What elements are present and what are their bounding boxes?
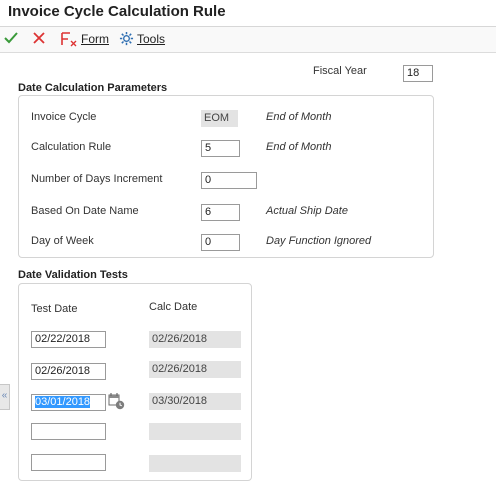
form-icon [61,32,77,47]
tools-menu-label: Tools [137,31,166,46]
test-date-input[interactable] [31,454,106,471]
validation-section-title: Date Validation Tests [18,269,128,281]
invoice-cycle-field: EOM [201,110,238,127]
form-menu-label: Form [81,32,109,46]
fiscal-year-field[interactable]: 18 [403,65,433,82]
calc-date-field [149,423,241,440]
test-date-input[interactable]: 02/22/2018 [31,331,106,348]
test-date-input[interactable]: 02/26/2018 [31,363,106,380]
page-title: Invoice Cycle Calculation Rule [8,3,226,20]
form-menu-button[interactable]: Form [60,31,109,47]
calculation-rule-label: Calculation Rule [31,141,112,153]
gear-icon [119,31,134,46]
based-on-date-field[interactable]: 6 [201,204,240,221]
test-date-input[interactable] [31,423,106,440]
day-of-week-description: Day Function Ignored [266,235,372,247]
test-date-header: Test Date [31,303,78,315]
close-icon [33,32,45,44]
cancel-button[interactable] [31,30,47,46]
days-increment-label: Number of Days Increment [31,173,163,185]
calc-date-field: 02/26/2018 [149,331,241,348]
invoice-cycle-label: Invoice Cycle [31,111,97,123]
date-calc-section-title: Date Calculation Parameters [18,82,168,94]
based-on-date-label: Based On Date Name [31,205,139,217]
collapse-panel-tab[interactable]: « [0,384,10,410]
double-chevron-left-icon: « [1,390,8,401]
calc-date-field: 03/30/2018 [149,393,241,410]
days-increment-field[interactable]: 0 [201,172,257,189]
calculation-rule-description: End of Month [266,141,332,153]
day-of-week-label: Day of Week [31,235,94,247]
calc-date-header: Calc Date [149,301,198,313]
selected-date-text: 03/01/2018 [35,396,91,408]
day-of-week-field[interactable]: 0 [201,234,240,251]
toolbar: Form Tools [0,27,496,53]
calc-date-field: 02/26/2018 [149,361,241,378]
invoice-cycle-description: End of Month [266,111,332,123]
calendar-icon[interactable] [108,392,126,416]
ok-button[interactable] [3,30,19,46]
calculation-rule-field[interactable]: 5 [201,140,240,157]
tools-menu-button[interactable]: Tools [119,31,165,46]
based-on-date-description: Actual Ship Date [266,205,348,217]
checkmark-icon [4,32,18,44]
test-date-input-active[interactable]: 03/01/2018 [31,394,106,411]
fiscal-year-label: Fiscal Year [313,65,367,77]
calc-date-field [149,455,241,472]
